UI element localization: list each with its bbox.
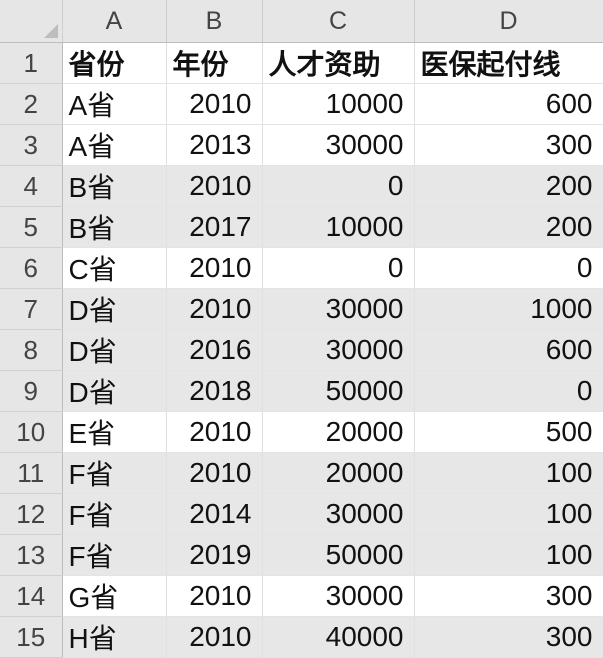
cell-talent-funding[interactable]: 10000 [262,83,415,125]
cell-year[interactable]: 2016 [166,329,263,371]
table-row: 2 A省 2010 10000 600 [0,83,603,125]
cell-header-talent-funding[interactable]: 人才资助 [262,42,415,84]
cell-province[interactable]: A省 [62,83,167,125]
table-row: 13 F省 2019 50000 100 [0,534,603,576]
column-header-c[interactable]: C [262,0,415,43]
cell-medical-deductible[interactable]: 1000 [414,288,603,330]
cell-talent-funding[interactable]: 50000 [262,534,415,576]
cell-province[interactable]: F省 [62,534,167,576]
cell-talent-funding[interactable]: 50000 [262,370,415,412]
row-header[interactable]: 4 [0,165,63,207]
cell-medical-deductible[interactable]: 600 [414,329,603,371]
row-header[interactable]: 3 [0,124,63,166]
table-row: 9 D省 2018 50000 0 [0,370,603,412]
cell-talent-funding[interactable]: 30000 [262,493,415,535]
cell-medical-deductible[interactable]: 500 [414,411,603,453]
cell-year[interactable]: 2010 [166,288,263,330]
column-header-d[interactable]: D [414,0,603,43]
table-row: 3 A省 2013 30000 300 [0,124,603,166]
table-row: 5 B省 2017 10000 200 [0,206,603,248]
cell-province[interactable]: B省 [62,165,167,207]
cell-medical-deductible[interactable]: 300 [414,124,603,166]
cell-year[interactable]: 2014 [166,493,263,535]
cell-province[interactable]: D省 [62,329,167,371]
row-header[interactable]: 2 [0,83,63,125]
cell-year[interactable]: 2017 [166,206,263,248]
row-header[interactable]: 8 [0,329,63,371]
table-row: 4 B省 2010 0 200 [0,165,603,207]
cell-talent-funding[interactable]: 20000 [262,411,415,453]
cell-year[interactable]: 2010 [166,83,263,125]
table-row: 7 D省 2010 30000 1000 [0,288,603,330]
table-row: 1 省份 年份 人才资助 医保起付线 [0,42,603,84]
table-row: 15 H省 2010 40000 300 [0,616,603,658]
cell-medical-deductible[interactable]: 0 [414,247,603,289]
row-header[interactable]: 7 [0,288,63,330]
row-header[interactable]: 14 [0,575,63,617]
cell-talent-funding[interactable]: 30000 [262,288,415,330]
cell-year[interactable]: 2010 [166,411,263,453]
cell-province[interactable]: D省 [62,288,167,330]
table-row: 12 F省 2014 30000 100 [0,493,603,535]
cell-year[interactable]: 2010 [166,452,263,494]
cell-header-year[interactable]: 年份 [166,42,263,84]
cell-talent-funding[interactable]: 30000 [262,124,415,166]
cell-medical-deductible[interactable]: 100 [414,493,603,535]
cell-header-province[interactable]: 省份 [62,42,167,84]
column-header-b[interactable]: B [166,0,263,43]
row-header[interactable]: 11 [0,452,63,494]
cell-province[interactable]: F省 [62,493,167,535]
cell-medical-deductible[interactable]: 300 [414,616,603,658]
cell-talent-funding[interactable]: 30000 [262,329,415,371]
table-row: 8 D省 2016 30000 600 [0,329,603,371]
cell-talent-funding[interactable]: 30000 [262,575,415,617]
cell-year[interactable]: 2019 [166,534,263,576]
cell-medical-deductible[interactable]: 100 [414,452,603,494]
column-header-a[interactable]: A [62,0,167,43]
cell-province[interactable]: D省 [62,370,167,412]
row-header[interactable]: 9 [0,370,63,412]
cell-province[interactable]: G省 [62,575,167,617]
cell-province[interactable]: F省 [62,452,167,494]
cell-province[interactable]: C省 [62,247,167,289]
cell-province[interactable]: B省 [62,206,167,248]
cell-year[interactable]: 2010 [166,247,263,289]
cell-year[interactable]: 2010 [166,616,263,658]
row-header[interactable]: 5 [0,206,63,248]
cell-province[interactable]: E省 [62,411,167,453]
cell-year[interactable]: 2013 [166,124,263,166]
row-header[interactable]: 1 [0,42,63,84]
row-header[interactable]: 6 [0,247,63,289]
cell-talent-funding[interactable]: 20000 [262,452,415,494]
table-row: 6 C省 2010 0 0 [0,247,603,289]
cell-medical-deductible[interactable]: 200 [414,165,603,207]
table-row: 11 F省 2010 20000 100 [0,452,603,494]
column-header-row: A B C D [0,0,603,43]
spreadsheet: A B C D 1 省份 年份 人才资助 医保起付线 2 A省 2010 100… [0,0,603,658]
select-all-corner[interactable] [0,0,63,43]
cell-talent-funding[interactable]: 0 [262,247,415,289]
cell-medical-deductible[interactable]: 0 [414,370,603,412]
table-row: 14 G省 2010 30000 300 [0,575,603,617]
row-header[interactable]: 12 [0,493,63,535]
cell-medical-deductible[interactable]: 300 [414,575,603,617]
select-all-triangle-icon [43,24,58,38]
cell-medical-deductible[interactable]: 200 [414,206,603,248]
cell-year[interactable]: 2010 [166,165,263,207]
table-row: 10 E省 2010 20000 500 [0,411,603,453]
cell-talent-funding[interactable]: 10000 [262,206,415,248]
cell-talent-funding[interactable]: 0 [262,165,415,207]
cell-medical-deductible[interactable]: 100 [414,534,603,576]
cell-year[interactable]: 2010 [166,575,263,617]
spreadsheet-grid: A B C D 1 省份 年份 人才资助 医保起付线 2 A省 2010 100… [0,0,603,658]
row-header[interactable]: 15 [0,616,63,658]
cell-province[interactable]: A省 [62,124,167,166]
row-header[interactable]: 13 [0,534,63,576]
cell-year[interactable]: 2018 [166,370,263,412]
cell-talent-funding[interactable]: 40000 [262,616,415,658]
cell-header-medical-deductible[interactable]: 医保起付线 [414,42,603,84]
cell-medical-deductible[interactable]: 600 [414,83,603,125]
row-header[interactable]: 10 [0,411,63,453]
cell-province[interactable]: H省 [62,616,167,658]
